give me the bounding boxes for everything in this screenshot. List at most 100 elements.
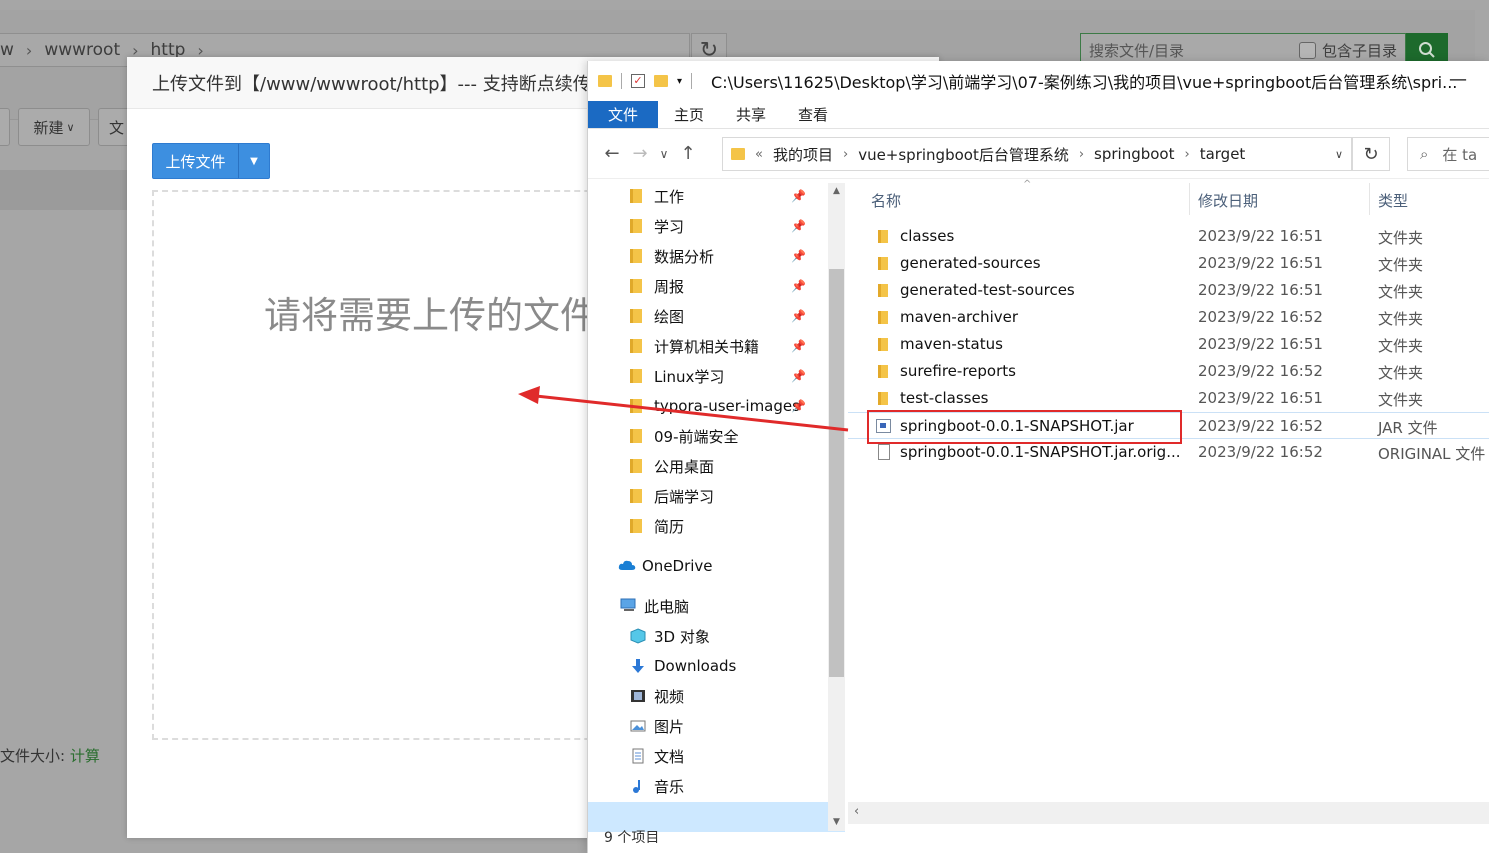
nav-item-quick-access[interactable]: 09-前端安全 [588, 421, 828, 451]
nav-item-this-pc-child[interactable]: 视频 [588, 681, 828, 711]
tab-share[interactable]: 共享 [720, 101, 782, 128]
nav-item-label: 图片 [654, 717, 685, 736]
search-icon: ⌕ [1420, 145, 1429, 163]
file-row[interactable]: surefire-reports 2023/9/22 16:52 文件夹 [848, 358, 1489, 385]
overflow-chevron-icon[interactable]: « [755, 147, 763, 162]
pin-icon[interactable]: 📌 [791, 309, 806, 323]
column-separator[interactable] [1189, 183, 1190, 215]
toolbar-button-partial[interactable] [0, 108, 10, 146]
include-subdirs-checkbox[interactable] [1298, 41, 1316, 59]
nav-item-quick-access[interactable]: Linux学习 📌 [588, 361, 828, 391]
nav-item-quick-access[interactable]: 数据分析 📌 [588, 241, 828, 271]
nav-item-label: 文档 [654, 747, 685, 766]
window-title-path: C:\Users\11625\Desktop\学习\前端学习\07-案例练习\我… [711, 73, 1458, 92]
scroll-up-icon[interactable]: ▲ [828, 183, 845, 200]
nav-item-label: 绘图 [654, 307, 685, 326]
address-part[interactable]: target [1200, 145, 1246, 163]
file-row[interactable]: maven-archiver 2023/9/22 16:52 文件夹 [848, 304, 1489, 331]
quick-access-dropdown-icon[interactable]: ▾ [677, 76, 682, 87]
folder-icon [878, 257, 888, 270]
divider [691, 73, 693, 89]
pin-icon[interactable]: 📌 [791, 219, 806, 233]
jar-highlight-annotation [867, 410, 1182, 444]
nav-item-quick-access[interactable]: 后端学习 [588, 481, 828, 511]
address-part[interactable]: springboot [1094, 145, 1174, 163]
file-row[interactable]: classes 2023/9/22 16:51 文件夹 [848, 223, 1489, 250]
pin-icon[interactable]: 📌 [791, 369, 806, 383]
file-size-label: 文件大小: [0, 747, 70, 765]
minimize-icon[interactable]: — [1449, 69, 1467, 90]
nav-item-quick-access[interactable]: 计算机相关书籍 📌 [588, 331, 828, 361]
nav-item-this-pc-child[interactable]: 3D 对象 [588, 621, 828, 651]
up-arrow-icon[interactable]: ↑ [674, 143, 702, 164]
nav-item-this-pc-child[interactable]: 音乐 [588, 771, 828, 801]
nav-item-quick-access[interactable]: 绘图 📌 [588, 301, 828, 331]
nav-pane-scrollbar[interactable]: ▲ ▼ [828, 183, 845, 831]
pin-icon[interactable]: 📌 [791, 189, 806, 203]
breadcrumb-item[interactable]: w [0, 40, 14, 60]
breadcrumb-item[interactable]: wwwroot [44, 40, 120, 60]
folder-icon [878, 338, 888, 351]
file-row[interactable]: generated-sources 2023/9/22 16:51 文件夹 [848, 250, 1489, 277]
new-button-label: 新建 [33, 118, 64, 137]
file-type: 文件夹 [1378, 364, 1424, 382]
nav-item-this-pc-child[interactable]: 文档 [588, 741, 828, 771]
file-row[interactable]: generated-test-sources 2023/9/22 16:51 文件夹 [848, 277, 1489, 304]
refresh-icon[interactable]: ↻ [1352, 137, 1390, 171]
chevron-down-icon[interactable]: ∨ [1335, 148, 1343, 161]
tab-home[interactable]: 主页 [658, 101, 720, 128]
file-type: 文件夹 [1378, 337, 1424, 355]
file-type: JAR 文件 [1378, 419, 1438, 437]
nav-item-onedrive[interactable]: OneDrive [588, 551, 828, 581]
caret-down-icon[interactable]: ▼ [238, 144, 269, 178]
address-part[interactable]: 我的项目 [773, 144, 833, 165]
column-separator[interactable] [1369, 183, 1370, 215]
tab-file[interactable]: 文件 [588, 101, 659, 128]
file-row[interactable]: test-classes 2023/9/22 16:51 文件夹 [848, 385, 1489, 412]
recent-locations-icon[interactable]: ∨ [654, 147, 674, 161]
address-part[interactable]: vue+springboot后台管理系统 [858, 144, 1069, 165]
column-date[interactable]: 修改日期 [1198, 190, 1258, 211]
file-row[interactable]: maven-status 2023/9/22 16:51 文件夹 [848, 331, 1489, 358]
calculate-size-link[interactable]: 计算 [70, 747, 100, 765]
pin-icon[interactable]: 📌 [791, 279, 806, 293]
nav-item-this-pc-child[interactable]: Downloads [588, 651, 828, 681]
nav-item-quick-access[interactable]: 工作 📌 [588, 181, 828, 211]
nav-item-this-pc-child[interactable]: 图片 [588, 711, 828, 741]
address-bar[interactable]: « 我的项目 › vue+springboot后台管理系统 › springbo… [722, 137, 1352, 171]
pin-icon[interactable]: 📌 [791, 249, 806, 263]
back-arrow-icon[interactable]: ← [598, 143, 626, 164]
forward-arrow-icon[interactable]: → [626, 143, 654, 164]
column-type[interactable]: 类型 [1378, 190, 1408, 211]
folder-icon [630, 399, 642, 413]
scroll-left-icon[interactable]: ‹ [854, 804, 859, 819]
properties-icon[interactable]: ✓ [631, 74, 645, 88]
nav-item-quick-access[interactable]: typora-user-images 📌 [588, 391, 828, 421]
pin-icon[interactable]: 📌 [791, 399, 806, 413]
nav-item-this-pc[interactable]: 此电脑 [588, 591, 828, 621]
upload-file-button[interactable]: 上传文件 ▼ [152, 143, 270, 179]
explorer-search-placeholder: 在 ta [1442, 145, 1478, 164]
nav-item-quick-access[interactable]: 公用桌面 [588, 451, 828, 481]
chevron-right-icon[interactable]: › [843, 147, 848, 162]
column-name[interactable]: 名称 [871, 190, 901, 211]
file-list: ^ 名称 修改日期 类型 classes 2023/9/22 16:51 文件夹 ge… [848, 179, 1489, 831]
chevron-right-icon[interactable]: › [1079, 147, 1084, 162]
explorer-search-input[interactable]: ⌕ 在 ta [1407, 137, 1489, 171]
nav-item-quick-access[interactable]: 学习 📌 [588, 211, 828, 241]
new-button[interactable]: 新建 ∨ [18, 108, 90, 146]
new-folder-icon[interactable] [654, 75, 668, 87]
nav-item-quick-access[interactable]: 周报 📌 [588, 271, 828, 301]
chevron-right-icon[interactable]: › [1185, 147, 1190, 162]
scrollbar-thumb[interactable] [829, 269, 844, 677]
nav-item-quick-access[interactable]: 简历 [588, 511, 828, 541]
folder-icon [630, 369, 642, 383]
scroll-down-icon[interactable]: ▼ [828, 814, 845, 831]
file-name: classes [900, 227, 955, 245]
cloud-icon [618, 558, 636, 574]
pin-icon[interactable]: 📌 [791, 339, 806, 353]
file-icon [878, 444, 890, 460]
search-icon [1419, 42, 1435, 58]
tab-view[interactable]: 查看 [782, 101, 844, 128]
file-list-horizontal-scrollbar[interactable]: ‹ [848, 802, 1489, 824]
